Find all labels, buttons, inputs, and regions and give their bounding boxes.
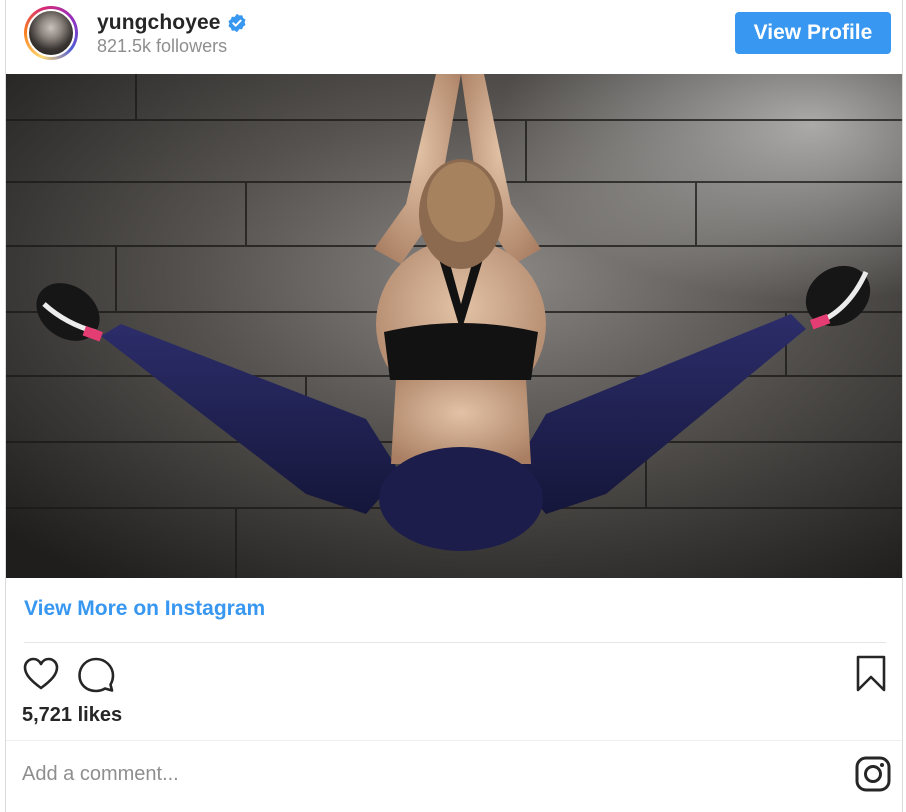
instagram-logo-icon[interactable] (855, 756, 891, 792)
post-photo-image (6, 74, 902, 578)
comment-input[interactable] (22, 756, 782, 792)
comment-bubble-icon[interactable] (77, 656, 115, 694)
instagram-embed-card: yungchoyee 821.5k followers View Profile (5, 0, 903, 812)
avatar[interactable] (27, 9, 75, 57)
likes-count[interactable]: 5,721 likes (22, 704, 122, 727)
post-photo[interactable] (6, 74, 902, 578)
view-more-on-instagram-link[interactable]: View More on Instagram (24, 597, 265, 621)
divider (24, 642, 886, 643)
heart-outline-icon[interactable] (22, 656, 60, 692)
avatar-story-ring[interactable] (24, 6, 78, 60)
verified-badge-icon (228, 13, 246, 33)
username-row: yungchoyee (97, 11, 247, 35)
divider (6, 740, 902, 741)
username[interactable]: yungchoyee (97, 11, 221, 35)
bookmark-outline-icon[interactable] (855, 655, 887, 693)
view-profile-button[interactable]: View Profile (735, 12, 891, 54)
post-header: yungchoyee 821.5k followers View Profile (6, 0, 902, 74)
follower-count: 821.5k followers (97, 36, 228, 56)
